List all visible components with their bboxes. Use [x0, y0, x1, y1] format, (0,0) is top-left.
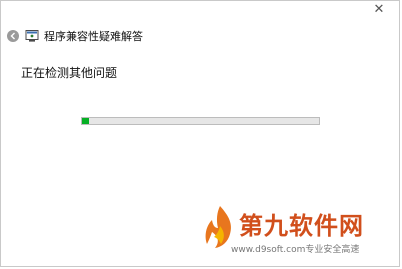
close-icon: ✕ — [373, 2, 385, 17]
troubleshooter-window: ✕ 程序兼容性疑难解答 正在检测其他问题 第九软件网 www.d9soft.co… — [0, 0, 400, 267]
watermark: 第九软件网 www.d9soft.com专业安全高速 — [191, 204, 391, 262]
back-arrow-icon — [10, 32, 15, 40]
progress-fill — [82, 118, 90, 124]
status-text: 正在检测其他问题 — [21, 66, 118, 80]
back-button[interactable] — [7, 30, 19, 42]
close-button[interactable]: ✕ — [371, 3, 387, 17]
window-title: 程序兼容性疑难解答 — [44, 30, 143, 43]
watermark-brand: 第九软件网 — [239, 212, 364, 240]
watermark-tagline: www.d9soft.com专业安全高速 — [231, 245, 360, 255]
troubleshooter-icon — [25, 30, 39, 42]
title-bar: 程序兼容性疑难解答 — [1, 19, 399, 53]
progress-bar — [81, 117, 320, 125]
